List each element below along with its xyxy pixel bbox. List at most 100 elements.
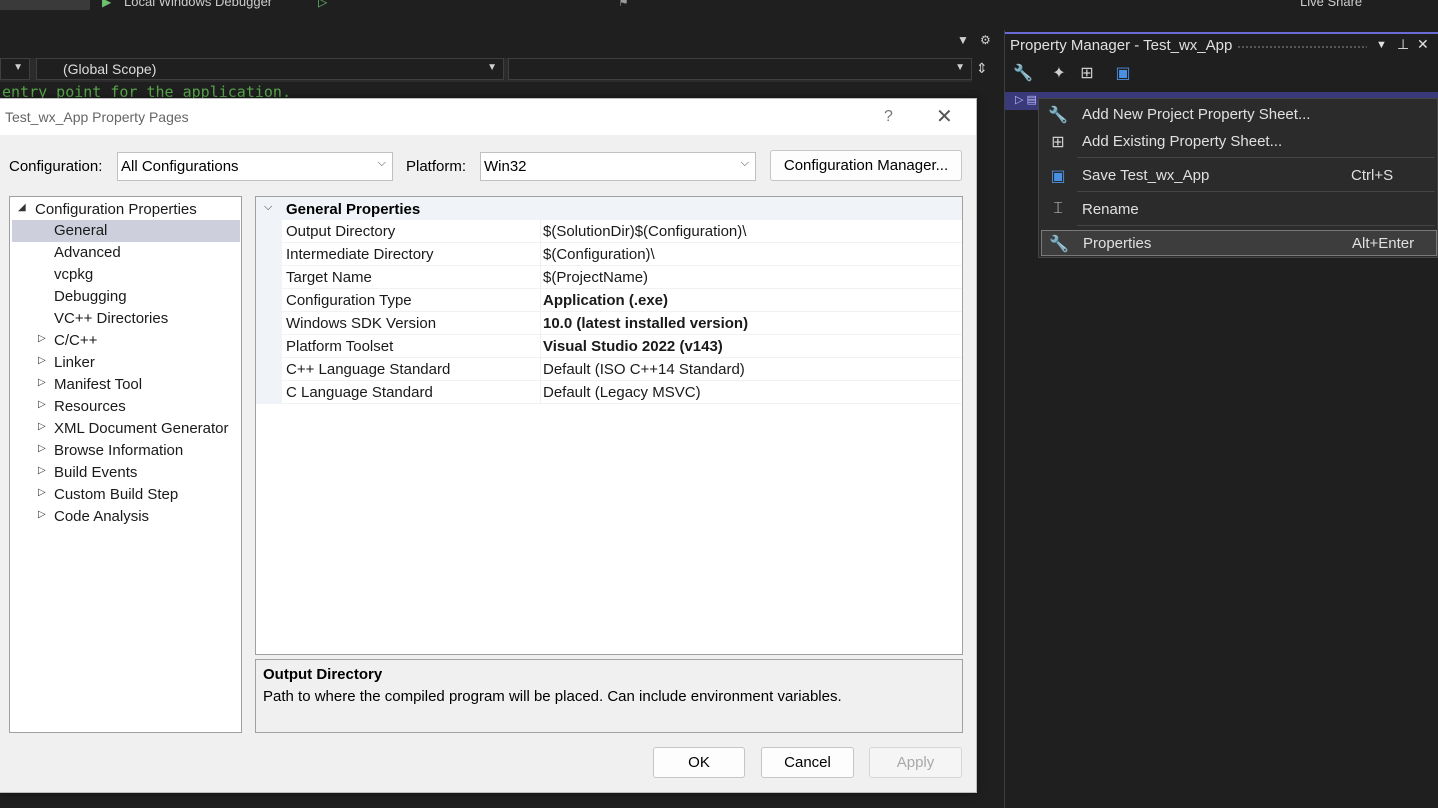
property-name: C++ Language Standard: [286, 361, 451, 378]
menu-item-properties[interactable]: 🔧 Properties Alt+Enter: [1041, 230, 1437, 256]
split-icon[interactable]: ⇕: [976, 60, 988, 77]
platform-value: Win32: [484, 158, 527, 175]
expand-icon[interactable]: ▷: [38, 377, 46, 388]
expand-icon[interactable]: ▷: [38, 487, 46, 498]
grid-row-intermediate-directory[interactable]: Intermediate Directory $(Configuration)\: [256, 243, 962, 266]
add-sheet-icon[interactable]: ⊞: [1075, 62, 1099, 86]
panel-grip[interactable]: [1237, 45, 1367, 50]
gear-icon[interactable]: ⚙: [980, 33, 991, 47]
tree-item-resources[interactable]: ▷ Resources: [10, 396, 241, 418]
save-icon[interactable]: ▣: [1111, 62, 1135, 86]
menu-item-add-new-property-sheet[interactable]: 🔧 Add New Project Property Sheet...: [1041, 102, 1437, 128]
apply-button[interactable]: Apply: [869, 747, 962, 778]
property-value[interactable]: Visual Studio 2022 (v143): [543, 338, 723, 355]
chevron-down-icon[interactable]: ⌵: [264, 201, 272, 214]
tree-item-xml-document-generator[interactable]: ▷ XML Document Generator: [10, 418, 241, 440]
context-menu: 🔧 Add New Project Property Sheet... ⊞ Ad…: [1038, 98, 1438, 258]
expand-icon[interactable]: ▷: [38, 421, 46, 432]
column-divider[interactable]: [540, 289, 541, 312]
menu-item-save[interactable]: ▣ Save Test_wx_App Ctrl+S: [1041, 163, 1437, 189]
menu-separator: [1077, 191, 1435, 192]
property-value[interactable]: Default (Legacy MSVC): [543, 384, 701, 401]
column-divider[interactable]: [540, 243, 541, 266]
property-value[interactable]: $(Configuration)\: [543, 246, 655, 263]
tree-item-browse-information[interactable]: ▷ Browse Information: [10, 440, 241, 462]
expand-icon[interactable]: ▷: [38, 465, 46, 476]
grid-category-general-properties[interactable]: ⌵ General Properties: [256, 197, 962, 220]
debugger-target-label[interactable]: Local Windows Debugger: [124, 0, 272, 9]
tree-item-label: XML Document Generator: [54, 420, 229, 437]
column-divider[interactable]: [540, 266, 541, 289]
configuration-manager-button[interactable]: Configuration Manager...: [770, 150, 962, 181]
expand-icon[interactable]: ▷: [38, 399, 46, 410]
main-toolbar: ▶ Local Windows Debugger ▷ ⚑ Live Share: [0, 0, 1438, 10]
grid-row-target-name[interactable]: Target Name $(ProjectName): [256, 266, 962, 289]
chevron-down-icon: ▼: [13, 62, 23, 73]
pin-icon[interactable]: ⊥: [1397, 36, 1409, 53]
bookmark-icon[interactable]: ⚑: [618, 0, 629, 9]
grid-row-configuration-type[interactable]: Configuration Type Application (.exe): [256, 289, 962, 312]
property-value[interactable]: $(SolutionDir)$(Configuration)\: [543, 223, 746, 240]
editor-tab-dropdown-icon[interactable]: ▼: [957, 33, 969, 47]
tree-item-build-events[interactable]: ▷ Build Events: [10, 462, 241, 484]
column-divider[interactable]: [540, 312, 541, 335]
ok-button[interactable]: OK: [653, 747, 745, 778]
property-value[interactable]: Application (.exe): [543, 292, 668, 309]
close-icon[interactable]: ✕: [936, 104, 953, 129]
solution-config-dropdown[interactable]: [0, 0, 90, 10]
tree-item-vc-directories[interactable]: VC++ Directories: [10, 308, 241, 330]
menu-item-rename[interactable]: ⌶ Rename: [1041, 197, 1437, 223]
cancel-button[interactable]: Cancel: [761, 747, 854, 778]
property-value[interactable]: Default (ISO C++14 Standard): [543, 361, 745, 378]
rename-icon: ⌶: [1053, 200, 1063, 217]
property-value[interactable]: 10.0 (latest installed version): [543, 315, 748, 332]
panel-menu-icon[interactable]: ▼: [1376, 39, 1387, 51]
tree-item-c-cpp[interactable]: ▷ C/C++: [10, 330, 241, 352]
menu-separator: [1077, 225, 1435, 226]
property-value[interactable]: $(ProjectName): [543, 269, 648, 286]
expand-icon[interactable]: ▷: [38, 443, 46, 454]
tree-item-linker[interactable]: ▷ Linker: [10, 352, 241, 374]
expand-icon[interactable]: ▷: [38, 355, 46, 366]
tree-item-manifest-tool[interactable]: ▷ Manifest Tool: [10, 374, 241, 396]
live-share-button[interactable]: Live Share: [1300, 0, 1362, 9]
tree-item-advanced[interactable]: Advanced: [10, 242, 241, 264]
help-button[interactable]: ?: [884, 108, 893, 126]
grid-row-c-language-standard[interactable]: C Language Standard Default (Legacy MSVC…: [256, 381, 962, 404]
expand-icon[interactable]: ▷: [38, 333, 46, 344]
project-dropdown[interactable]: ▼: [0, 58, 30, 80]
dialog-title-bar[interactable]: Test_wx_App Property Pages ? ✕: [0, 99, 976, 135]
tree-item-configuration-properties[interactable]: ◢ Configuration Properties: [10, 199, 241, 221]
tree-item-vcpkg[interactable]: vcpkg: [10, 264, 241, 286]
wand-icon[interactable]: ✦: [1047, 62, 1071, 86]
configuration-combo[interactable]: All Configurations ⌵: [117, 152, 393, 181]
column-divider[interactable]: [540, 335, 541, 358]
grid-row-windows-sdk-version[interactable]: Windows SDK Version 10.0 (latest install…: [256, 312, 962, 335]
expand-icon[interactable]: ▷: [38, 509, 46, 520]
grid-row-cpp-language-standard[interactable]: C++ Language Standard Default (ISO C++14…: [256, 358, 962, 381]
wrench-icon[interactable]: 🔧: [1011, 62, 1035, 86]
tree-item-general[interactable]: General: [12, 220, 240, 242]
close-icon[interactable]: ✕: [1417, 36, 1429, 53]
column-divider[interactable]: [540, 358, 541, 381]
grid-gutter: [256, 358, 282, 381]
start-without-debug-icon[interactable]: ▷: [318, 0, 327, 9]
member-dropdown[interactable]: ▼: [508, 58, 972, 80]
expand-icon[interactable]: ▷ ▤: [1015, 93, 1037, 106]
grid-row-output-directory[interactable]: Output Directory $(SolutionDir)$(Configu…: [256, 220, 962, 243]
chevron-down-icon: ⌵: [740, 157, 749, 169]
column-divider[interactable]: [540, 220, 541, 243]
tree-item-label: Manifest Tool: [54, 376, 143, 393]
start-debug-icon[interactable]: ▶: [102, 0, 111, 9]
tree-item-custom-build-step[interactable]: ▷ Custom Build Step: [10, 484, 241, 506]
tree-item-code-analysis[interactable]: ▷ Code Analysis: [10, 506, 241, 528]
collapse-icon[interactable]: ◢: [18, 202, 26, 213]
column-divider[interactable]: [540, 381, 541, 404]
platform-combo[interactable]: Win32 ⌵: [480, 152, 756, 181]
panel-title: Property Manager - Test_wx_App: [1010, 37, 1233, 54]
scope-dropdown[interactable]: (Global Scope) ▼: [36, 58, 504, 80]
menu-item-add-existing-property-sheet[interactable]: ⊞ Add Existing Property Sheet...: [1041, 129, 1437, 155]
grid-row-platform-toolset[interactable]: Platform Toolset Visual Studio 2022 (v14…: [256, 335, 962, 358]
configuration-label: Configuration:: [9, 158, 103, 175]
tree-item-debugging[interactable]: Debugging: [10, 286, 241, 308]
